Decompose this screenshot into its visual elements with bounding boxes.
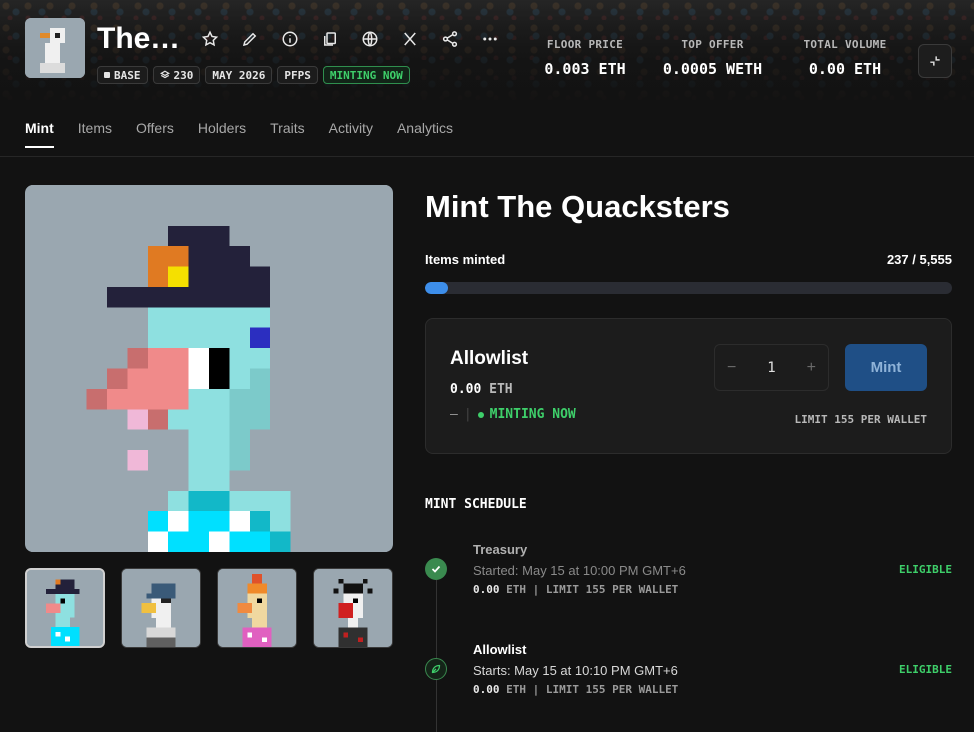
phase-price: 0.00 ETH: [450, 382, 513, 397]
collection-tags: BASE 230 MAY 2026 PFPS MINTING NOW: [97, 66, 410, 84]
increment-button[interactable]: +: [807, 359, 816, 377]
items-minted-label: Items minted: [425, 252, 506, 267]
layers-icon: [159, 70, 170, 79]
tab-items[interactable]: Items: [78, 120, 112, 148]
nft-thumbnails: [25, 568, 393, 648]
quantity-value[interactable]: 1: [767, 360, 775, 376]
phase-status-text: MINTING NOW: [489, 407, 576, 422]
top-offer-value: 0.0005 WETH: [662, 60, 763, 78]
globe-icon[interactable]: [350, 28, 390, 50]
category-tag[interactable]: PFPS: [277, 66, 318, 84]
schedule-name: Allowlist: [473, 642, 527, 657]
mint-button[interactable]: Mint: [845, 344, 927, 391]
timeline-line: [436, 580, 437, 732]
wallet-limit: LIMIT 155 PER WALLET: [794, 413, 927, 426]
items-count-tag: 230: [152, 66, 201, 84]
featured-nft-image: [25, 185, 393, 552]
collapse-header-button[interactable]: [918, 44, 952, 78]
floor-price-value: 0.003 ETH: [544, 60, 626, 78]
minting-status-tag: MINTING NOW: [322, 66, 410, 84]
total-volume-label: TOTAL VOLUME: [803, 38, 887, 51]
thumbnail-2[interactable]: [121, 568, 201, 648]
thumbnail-1[interactable]: [25, 568, 105, 648]
date-tag: MAY 2026: [205, 66, 273, 84]
schedule-time: Started: May 15 at 10:00 PM GMT+6: [473, 563, 686, 578]
tab-traits[interactable]: Traits: [270, 120, 304, 148]
schedule-details: 0.00 ETH | LIMIT 155 PER WALLET: [473, 583, 679, 596]
check-icon: [425, 558, 447, 580]
thumbnail-4[interactable]: [313, 568, 393, 648]
eligible-badge: ELIGIBLE: [899, 663, 952, 676]
thumbnail-3[interactable]: [217, 568, 297, 648]
leaf-icon: [425, 658, 447, 680]
top-offer-label: TOP OFFER: [681, 38, 744, 51]
items-minted-row: Items minted 237 / 5,555: [425, 252, 952, 267]
copy-icon[interactable]: [310, 28, 350, 50]
star-icon[interactable]: [190, 28, 230, 50]
mint-schedule-title: MINT SCHEDULE: [425, 497, 527, 512]
mint-phase-card: Allowlist 0.00 ETH – | MINTING NOW − 1 +…: [425, 318, 952, 454]
total-volume-value: 0.00 ETH: [808, 60, 882, 78]
info-icon[interactable]: [270, 28, 310, 50]
collection-avatar: [25, 18, 85, 78]
header-action-icons: [190, 28, 510, 50]
more-icon[interactable]: [470, 28, 510, 50]
tab-mint[interactable]: Mint: [25, 120, 54, 148]
decrement-button[interactable]: −: [727, 359, 736, 377]
tab-analytics[interactable]: Analytics: [397, 120, 453, 148]
mint-title: Mint The Quacksters: [425, 189, 730, 224]
tab-holders[interactable]: Holders: [198, 120, 246, 148]
chain-tag[interactable]: BASE: [97, 66, 148, 84]
quantity-stepper: − 1 +: [714, 344, 829, 391]
mint-progress-bar: [425, 282, 952, 294]
collapse-icon: [930, 56, 940, 66]
items-minted-value: 237 / 5,555: [886, 252, 952, 267]
phase-name: Allowlist: [450, 348, 529, 369]
collection-title-ellipsis: …: [150, 22, 180, 55]
live-dot-icon: [477, 411, 484, 418]
collection-header: The … BASE 230 MAY 2026 PFPS MINTING NOW…: [0, 0, 974, 100]
eligible-badge: ELIGIBLE: [899, 563, 952, 576]
floor-price-label: FLOOR PRICE: [546, 38, 624, 51]
pencil-icon[interactable]: [230, 28, 270, 50]
total-volume-stat: TOTAL VOLUME 0.00 ETH: [795, 38, 895, 78]
mint-progress-fill: [425, 282, 448, 294]
tabs-divider: [0, 156, 974, 157]
schedule-details: 0.00 ETH | LIMIT 155 PER WALLET: [473, 683, 679, 696]
chain-square-icon: [104, 72, 110, 78]
collection-tabs: Mint Items Offers Holders Traits Activit…: [25, 120, 453, 148]
top-offer-stat: TOP OFFER 0.0005 WETH: [655, 38, 770, 78]
tab-activity[interactable]: Activity: [329, 120, 373, 148]
tab-offers[interactable]: Offers: [136, 120, 174, 148]
share-icon[interactable]: [430, 28, 470, 50]
x-icon[interactable]: [390, 28, 430, 50]
schedule-time: Starts: May 15 at 10:10 PM GMT+6: [473, 663, 678, 678]
schedule-name: Treasury: [473, 542, 528, 557]
phase-status: – | MINTING NOW: [450, 407, 576, 422]
floor-price-stat: FLOOR PRICE 0.003 ETH: [540, 38, 630, 78]
